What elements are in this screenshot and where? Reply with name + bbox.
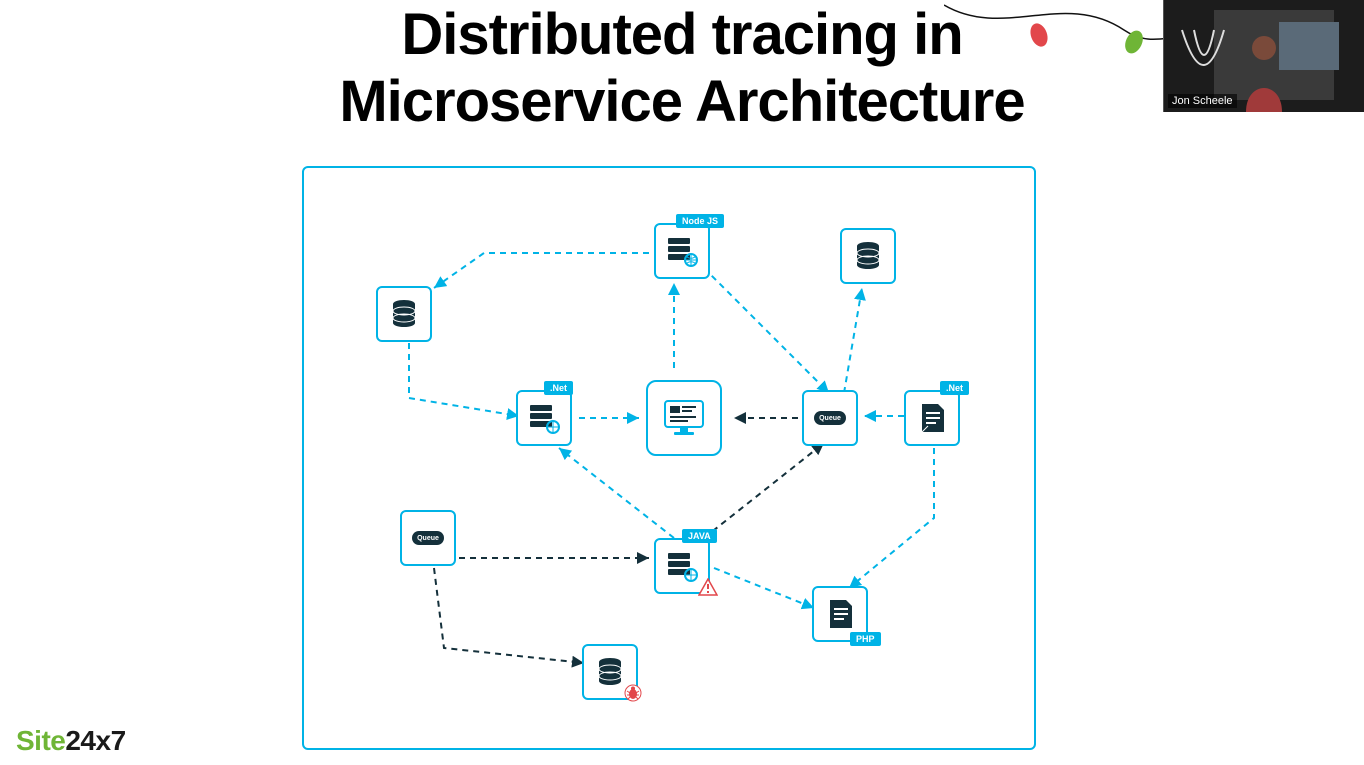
- label-php: PHP: [850, 632, 881, 646]
- title-line-1: Distributed tracing in: [401, 2, 962, 67]
- title-line-2: Microservice Architecture: [339, 69, 1024, 134]
- file-icon: [918, 402, 946, 434]
- architecture-diagram: Node JS .Net: [302, 166, 1036, 750]
- node-database-right: [840, 228, 896, 284]
- node-service-nodejs: [654, 223, 710, 279]
- node-file-net-right: [904, 390, 960, 446]
- bug-icon: [624, 684, 642, 702]
- speaker-video-thumbnail: Jon Scheele: [1163, 0, 1364, 112]
- label-net-left: .Net: [544, 381, 573, 395]
- database-icon: [596, 657, 624, 687]
- node-client-monitor: [646, 380, 722, 456]
- file-icon: [826, 598, 854, 630]
- server-web-icon: [666, 235, 698, 267]
- server-web-icon: [528, 402, 560, 434]
- label-java: JAVA: [682, 529, 717, 543]
- monitor-icon: [662, 398, 706, 438]
- node-service-net-left: [516, 390, 572, 446]
- brand-logo: Site24x7: [16, 725, 126, 757]
- slide-title: Distributed tracing in Microservice Arch…: [0, 2, 1364, 135]
- node-queue-right: Queue: [802, 390, 858, 446]
- queue-pill: Queue: [814, 411, 846, 425]
- logo-part-24x7: 24x7: [65, 725, 125, 756]
- database-icon: [390, 299, 418, 329]
- label-nodejs: Node JS: [676, 214, 724, 228]
- database-icon: [854, 241, 882, 271]
- server-web-icon: [666, 550, 698, 582]
- alert-icon: [698, 578, 718, 596]
- queue-pill: Queue: [412, 531, 444, 545]
- node-database-left: [376, 286, 432, 342]
- node-queue-left: Queue: [400, 510, 456, 566]
- label-net-right: .Net: [940, 381, 969, 395]
- logo-part-site: Site: [16, 725, 65, 756]
- speaker-name-label: Jon Scheele: [1168, 94, 1237, 108]
